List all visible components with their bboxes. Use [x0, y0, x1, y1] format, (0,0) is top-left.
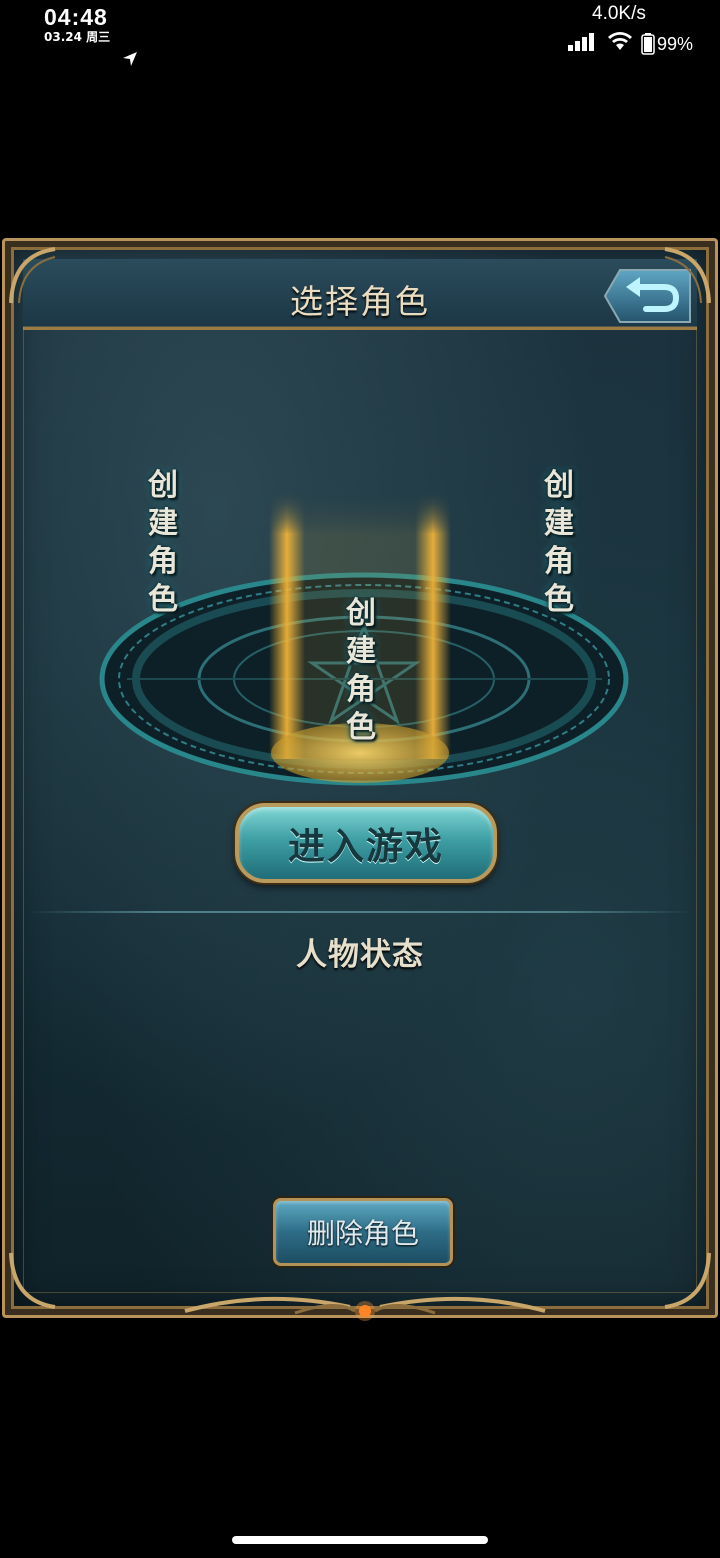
corner-ornament-icon — [9, 247, 56, 304]
bottom-ornament-icon — [184, 1296, 546, 1321]
status-date: 03.24 周三 — [44, 30, 111, 44]
signal-icon — [568, 33, 594, 51]
battery-icon — [641, 33, 655, 55]
status-time: 04:48 — [44, 4, 108, 30]
delete-character-button[interactable]: 删除角色 — [273, 1198, 453, 1266]
character-status-heading: 人物状态 — [296, 937, 424, 973]
create-character-slot-right[interactable]: 创建角色 — [539, 467, 579, 619]
corner-ornament-icon — [664, 247, 711, 304]
enter-game-button[interactable]: 进入游戏 — [235, 803, 497, 883]
screen: 04:48 03.24 周三 4.0K/s 99% 选择角色 创建角色 创建角色… — [0, 0, 720, 1558]
character-select-panel: 选择角色 创建角色 创建角色 创建角色 进入游戏 人物状态 删除角色 — [2, 238, 718, 1321]
wifi-icon — [608, 32, 632, 50]
battery-percent: 99% — [657, 34, 694, 54]
create-character-slot-left[interactable]: 创建角色 — [143, 467, 183, 619]
section-divider — [27, 911, 693, 913]
corner-ornament-icon — [664, 1252, 711, 1309]
create-character-slot-center[interactable]: 创建角色 — [341, 595, 381, 747]
home-indicator[interactable] — [232, 1536, 488, 1544]
network-speed: 4.0K/s — [592, 3, 646, 24]
location-arrow-icon — [123, 52, 137, 66]
corner-ornament-icon — [9, 1252, 56, 1309]
